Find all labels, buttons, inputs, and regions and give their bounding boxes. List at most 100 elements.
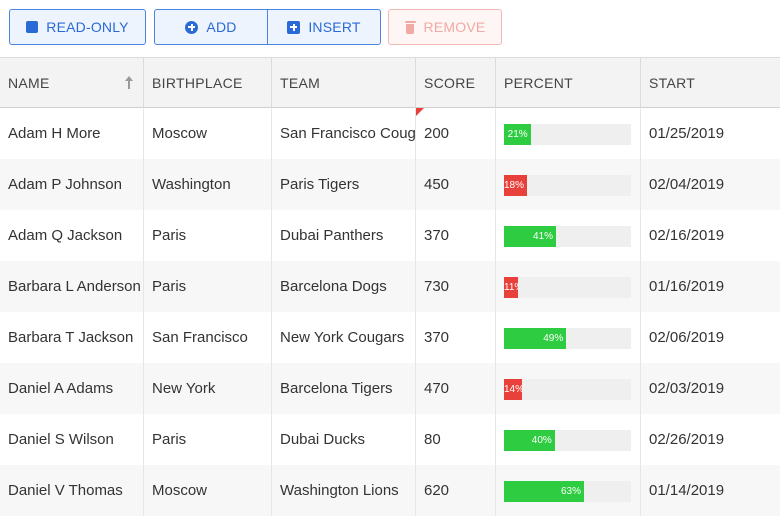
table-row[interactable]: Adam H MoreMoscowSan Francisco Cougars20… (0, 108, 780, 159)
cell-birthplace[interactable]: Moscow (144, 465, 272, 516)
percent-bar-fill: 11% (504, 277, 518, 298)
cell-birthplace[interactable]: Paris (144, 210, 272, 261)
percent-bar-fill: 49% (504, 328, 567, 349)
percent-bar-track: 11% (504, 277, 631, 298)
column-header-label: SCORE (424, 75, 476, 91)
cell-team[interactable]: New York Cougars (272, 312, 416, 363)
data-grid: NAME BIRTHPLACE TEAM SCORE PERCENT START… (0, 57, 780, 530)
cell-team[interactable]: Dubai Ducks (272, 414, 416, 465)
square-icon (26, 21, 39, 33)
cell-start[interactable]: 01/14/2019 (641, 465, 780, 516)
toolbar: READ-ONLY ADD INSERT REMOVE (0, 0, 780, 57)
cell-team[interactable]: Barcelona Dogs (272, 261, 416, 312)
cell-start[interactable]: 02/16/2019 (641, 210, 780, 261)
table-row[interactable]: Daniel S Wilson Paris Dubai Ducks 80 40% 02/2… (0, 414, 780, 465)
column-header-label: NAME (8, 75, 50, 91)
column-header-start[interactable]: START (641, 58, 780, 108)
column-header-label: TEAM (280, 75, 321, 91)
plus-circle-icon (185, 20, 199, 34)
column-header-label: BIRTHPLACE (152, 75, 243, 91)
cell-name[interactable]: Adam P Johnson (0, 159, 144, 210)
column-header-name[interactable]: NAME (0, 58, 144, 108)
insert-button[interactable]: INSERT (267, 9, 381, 45)
cell-score[interactable]: 470 (416, 363, 496, 414)
cell-score[interactable]: 450 (416, 159, 496, 210)
cell-score[interactable]: 370 (416, 312, 496, 363)
cell-start[interactable]: 02/03/2019 (641, 363, 780, 414)
table-row[interactable]: Barbara T Jackson San Francisco New York C… (0, 312, 780, 363)
add-label: ADD (206, 19, 237, 35)
cell-birthplace[interactable]: San Francisco (144, 312, 272, 363)
cell-name[interactable]: Daniel V Thomas (0, 465, 144, 516)
insert-label: INSERT (308, 19, 361, 35)
cell-team[interactable]: Barcelona Tigers (272, 363, 416, 414)
cell-start[interactable]: 02/04/2019 (641, 159, 780, 210)
cell-name[interactable]: Daniel S Wilson (0, 414, 144, 465)
cell-name[interactable]: Daniel A Adams (0, 363, 144, 414)
column-header-label: PERCENT (504, 75, 573, 91)
cell-team[interactable]: Dubai Panthers (272, 210, 416, 261)
cell-team[interactable]: Paris Tigers (272, 159, 416, 210)
cell-score[interactable]: 80 (416, 414, 496, 465)
cell-percent[interactable]: 18% (496, 159, 641, 210)
grid-header: NAME BIRTHPLACE TEAM SCORE PERCENT START (0, 57, 780, 108)
cell-birthplace[interactable]: Paris (144, 261, 272, 312)
percent-bar-track: 63% (504, 481, 631, 502)
trash-icon (404, 20, 416, 34)
cell-percent[interactable]: 21% (496, 108, 641, 159)
sort-ascending-icon[interactable] (124, 76, 134, 90)
table-row[interactable]: Daniel V Thomas Moscow Washington Lions 620… (0, 465, 780, 516)
cell-birthplace[interactable]: Paris (144, 414, 272, 465)
cell-percent[interactable]: 14% (496, 363, 641, 414)
table-row[interactable]: Daniel A Adams New York Barcelona Tigers 47… (0, 363, 780, 414)
table-row[interactable]: Adam P Johnson Washington Paris Tigers 450 1… (0, 159, 780, 210)
cell-team[interactable]: San Francisco Cougars (272, 108, 416, 159)
cell-name[interactable]: Adam Q Jackson (0, 210, 144, 261)
percent-bar-track: 49% (504, 328, 631, 349)
remove-label: REMOVE (423, 19, 486, 35)
plus-square-icon (287, 20, 301, 34)
cell-score[interactable]: 620 (416, 465, 496, 516)
percent-bar-track: 21% (504, 124, 631, 145)
cell-percent[interactable]: 49% (496, 312, 641, 363)
cell-score[interactable]: 730 (416, 261, 496, 312)
percent-bar-track: 14% (504, 379, 631, 400)
percent-bar-track: 40% (504, 430, 631, 451)
add-button[interactable]: ADD (154, 9, 268, 45)
cell-birthplace[interactable]: Washington (144, 159, 272, 210)
percent-bar-fill: 18% (504, 175, 527, 196)
cell-start[interactable]: 01/16/2019 (641, 261, 780, 312)
cell-birthplace[interactable]: Moscow (144, 108, 272, 159)
column-header-label: START (649, 75, 696, 91)
percent-bar-fill: 63% (504, 481, 584, 502)
read-only-button[interactable]: READ-ONLY (9, 9, 146, 45)
table-row[interactable]: Adam Q Jackson Paris Dubai Panthers 370 41% 0… (0, 210, 780, 261)
table-row[interactable]: Barbara L Anderson Paris Barcelona Dogs 730… (0, 261, 780, 312)
cell-start[interactable]: 02/06/2019 (641, 312, 780, 363)
cell-percent[interactable]: 11% (496, 261, 641, 312)
cell-name[interactable]: Barbara T Jackson (0, 312, 144, 363)
cell-start[interactable]: 01/25/2019 (641, 108, 780, 159)
percent-bar-track: 41% (504, 226, 631, 247)
percent-bar-fill: 21% (504, 124, 531, 145)
error-marker-icon (416, 108, 424, 116)
read-only-label: READ-ONLY (46, 19, 129, 35)
column-header-birthplace[interactable]: BIRTHPLACE (144, 58, 272, 108)
cell-percent[interactable]: 41% (496, 210, 641, 261)
percent-bar-fill: 14% (504, 379, 522, 400)
cell-birthplace[interactable]: New York (144, 363, 272, 414)
percent-bar-track: 18% (504, 175, 631, 196)
column-header-team[interactable]: TEAM (272, 58, 416, 108)
cell-score[interactable]: 370 (416, 210, 496, 261)
cell-start[interactable]: 02/26/2019 (641, 414, 780, 465)
remove-button[interactable]: REMOVE (388, 9, 502, 45)
cell-score[interactable]: 200 (416, 108, 496, 159)
cell-name[interactable]: Barbara L Anderson (0, 261, 144, 312)
percent-bar-fill: 41% (504, 226, 557, 247)
cell-percent[interactable]: 63% (496, 465, 641, 516)
cell-percent[interactable]: 40% (496, 414, 641, 465)
cell-team[interactable]: Washington Lions (272, 465, 416, 516)
cell-name[interactable]: Adam H More (0, 108, 144, 159)
column-header-score[interactable]: SCORE (416, 58, 496, 108)
column-header-percent[interactable]: PERCENT (496, 58, 641, 108)
